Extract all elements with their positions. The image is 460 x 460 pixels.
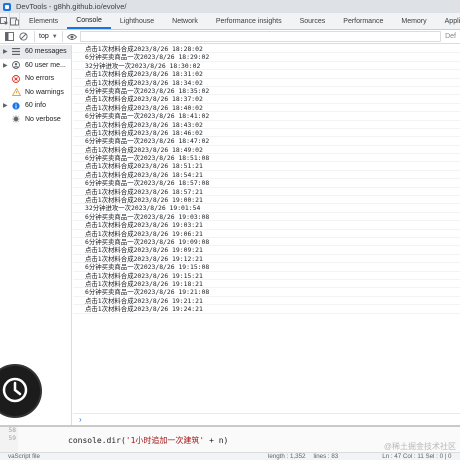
clear-console-icon[interactable]	[17, 31, 29, 43]
line-number-gutter: 58 59	[0, 427, 18, 454]
log-line: 6分钟买卖商品一次2023/8/26 18:29:02	[73, 53, 460, 62]
sidebar-item-errors[interactable]: No errors	[0, 72, 71, 86]
tab-console[interactable]: Console	[67, 13, 111, 29]
log-line: 32分钟进攻一次2023/8/26 19:01:54	[73, 204, 460, 213]
devtools-tab-bar: Elements Console Lighthouse Network Perf…	[0, 13, 460, 30]
verbose-icon	[11, 115, 21, 124]
sidebar-item-verbose[interactable]: No verbose	[0, 113, 71, 127]
watermark: @稀土掘金技术社区	[383, 442, 456, 451]
log-line: 点击1次材料合成2023/8/26 19:06:21	[73, 230, 460, 238]
log-line: 32分钟进攻一次2023/8/26 18:30:02	[73, 62, 460, 71]
tab-performance[interactable]: Performance	[334, 13, 392, 29]
tab-application[interactable]: Application	[436, 13, 460, 29]
code-line[interactable]: console.dir('1小时追加一次建筑' + n)	[68, 435, 228, 446]
sidebar-toggle-icon[interactable]	[3, 31, 15, 43]
tab-sources[interactable]: Sources	[291, 13, 335, 29]
log-line: 6分钟买卖商品一次2023/8/26 18:47:02	[73, 137, 460, 146]
tab-memory[interactable]: Memory	[392, 13, 435, 29]
sidebar-item-label: No warnings	[25, 88, 64, 96]
log-line: 6分钟买卖商品一次2023/8/26 18:57:08	[73, 179, 460, 188]
expand-arrow-icon[interactable]: ▶	[3, 62, 11, 69]
log-line: 点击1次材料合成2023/8/26 19:03:21	[73, 221, 460, 230]
log-line: 点击1次材料合成2023/8/26 18:49:02	[73, 146, 460, 155]
console-prompt[interactable]: ›	[73, 413, 460, 425]
log-line: 点击1次材料合成2023/8/26 19:15:21	[73, 272, 460, 280]
eye-icon[interactable]	[66, 31, 78, 43]
console-toolbar: top ▼ Def	[0, 30, 460, 44]
log-line: 6分钟买卖商品一次2023/8/26 19:15:08	[73, 263, 460, 272]
sidebar-item-messages[interactable]: ▶ 60 messages	[0, 45, 71, 59]
log-line: 点击1次材料合成2023/8/26 18:54:21	[73, 171, 460, 180]
line-number: 58	[8, 427, 16, 434]
tab-performance-insights[interactable]: Performance insights	[207, 13, 291, 29]
chevron-down-icon: ▼	[51, 33, 58, 40]
code-text: console.dir(	[68, 436, 126, 445]
log-line: 6分钟买卖商品一次2023/8/26 18:41:02	[73, 112, 460, 121]
sidebar-item-info[interactable]: ▶ 60 info	[0, 99, 71, 113]
expand-arrow-icon[interactable]: ▶	[3, 102, 11, 109]
log-line: 点击1次材料合成2023/8/26 19:24:21	[73, 305, 460, 314]
context-selector[interactable]: top ▼	[34, 31, 63, 42]
window-title: DevTools - g8hh.github.io/evolve/	[16, 2, 127, 11]
tab-elements[interactable]: Elements	[20, 13, 67, 29]
log-levels-dropdown[interactable]: Def	[445, 33, 460, 40]
sidebar-item-warnings[interactable]: No warnings	[0, 86, 71, 100]
log-line: 点击1次材料合成2023/8/26 18:51:21	[73, 162, 460, 171]
cursor-position-label: Ln : 47 Col : 11 Sel : 0 | 0	[382, 453, 452, 460]
log-line: 点击1次材料合成2023/8/26 18:37:02	[73, 95, 460, 104]
code-string: '1小时追加一次建筑'	[125, 436, 205, 445]
log-line: 6分钟买卖商品一次2023/8/26 19:03:08	[73, 213, 460, 222]
expand-arrow-icon[interactable]: ▶	[3, 48, 11, 55]
sidebar-item-label: 60 messages	[25, 48, 67, 56]
log-line: 点击1次材料合成2023/8/26 18:40:02	[73, 104, 460, 113]
tab-lighthouse[interactable]: Lighthouse	[111, 13, 163, 29]
log-line: 点击1次材料合成2023/8/26 19:21:21	[73, 297, 460, 306]
device-toolbar-icon[interactable]	[10, 13, 20, 29]
list-icon	[11, 47, 21, 56]
log-line: 点击1次材料合成2023/8/26 19:12:21	[73, 255, 460, 264]
info-icon	[11, 101, 21, 110]
log-line: 点击1次材料合成2023/8/26 18:34:02	[73, 79, 460, 87]
length-label: length : 1,352	[267, 453, 306, 460]
sidebar-item-label: 60 user me...	[25, 61, 66, 69]
filter-input[interactable]	[79, 31, 442, 42]
sidebar-item-label: No verbose	[25, 115, 61, 123]
prompt-chevron-icon: ›	[79, 415, 82, 424]
inspect-element-icon[interactable]	[0, 13, 10, 29]
log-line: 点击1次材料合成2023/8/26 18:57:21	[73, 188, 460, 197]
code-text: + n)	[204, 436, 229, 445]
log-line: 点击1次材料合成2023/8/26 18:43:02	[73, 121, 460, 129]
clock-icon	[0, 375, 30, 407]
sidebar-item-label: No errors	[25, 75, 55, 83]
window-titlebar: DevTools - g8hh.github.io/evolve/	[0, 0, 460, 13]
log-line: 6分钟买卖商品一次2023/8/26 19:21:08	[73, 288, 460, 297]
warning-icon	[11, 88, 21, 97]
lines-label: lines : 83	[313, 453, 339, 460]
line-number: 59	[8, 435, 16, 442]
sidebar-item-label: 60 info	[25, 102, 47, 110]
context-label: top	[39, 33, 49, 40]
code-editor[interactable]: 58 59 console.dir('1小时追加一次建筑' + n) @稀土掘金…	[0, 425, 460, 454]
user-icon	[11, 61, 21, 70]
log-line: 点击1次材料合成2023/8/26 19:09:21	[73, 246, 460, 255]
error-icon	[11, 74, 21, 83]
status-bar: vaScript file length : 1,352 lines : 83 …	[0, 452, 460, 460]
file-type-label: vaScript file	[8, 453, 40, 460]
sidebar-item-user-messages[interactable]: ▶ 60 user me...	[0, 59, 71, 73]
console-messages[interactable]: 点击1次材料合成2023/8/26 18:28:02 6分钟买卖商品一次2023/…	[73, 45, 460, 413]
tab-network[interactable]: Network	[163, 13, 207, 29]
log-line: 点击1次材料合成2023/8/26 18:31:02	[73, 70, 460, 79]
devtools-icon	[3, 2, 11, 11]
